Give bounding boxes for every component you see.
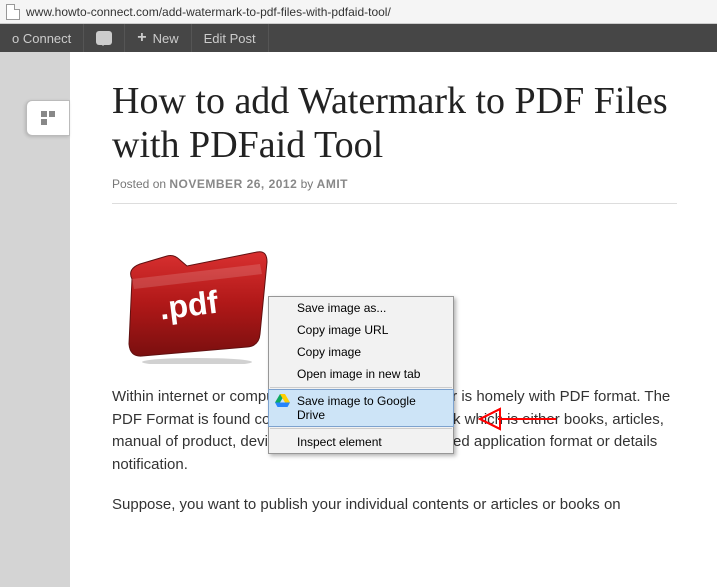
help-icon (39, 109, 57, 127)
admin-edit-post[interactable]: Edit Post (192, 24, 269, 52)
admin-connect[interactable]: o Connect (0, 24, 84, 52)
post-date[interactable]: NOVEMBER 26, 2012 (169, 177, 297, 191)
connect-label: o Connect (12, 31, 71, 46)
post-meta: Posted on NOVEMBER 26, 2012 by AMIT (112, 177, 677, 191)
admin-new[interactable]: + New (125, 24, 191, 52)
help-tab-button[interactable] (26, 100, 70, 136)
menu-separator-1 (270, 387, 452, 388)
menu-inspect-element[interactable]: Inspect element (269, 431, 453, 453)
menu-separator-2 (270, 428, 452, 429)
menu-gdrive-label: Save image to Google Drive (297, 394, 416, 422)
title-separator (112, 203, 677, 204)
menu-open-image-new-tab[interactable]: Open image in new tab (269, 363, 453, 385)
left-gutter (0, 52, 70, 587)
new-label: New (153, 31, 179, 46)
google-drive-icon (275, 394, 290, 407)
menu-copy-image-url[interactable]: Copy image URL (269, 319, 453, 341)
annotation-arrow (478, 404, 558, 434)
browser-url-bar[interactable]: www.howto-connect.com/add-watermark-to-p… (0, 0, 717, 24)
page-icon (6, 4, 20, 20)
svg-text:.pdf: .pdf (157, 284, 220, 327)
menu-save-to-google-drive[interactable]: Save image to Google Drive (268, 389, 454, 427)
wp-admin-bar: o Connect + New Edit Post (0, 24, 717, 52)
plus-icon: + (137, 29, 146, 47)
admin-comments[interactable] (84, 24, 125, 52)
context-menu: Save image as... Copy image URL Copy ima… (268, 296, 454, 454)
menu-save-image-as[interactable]: Save image as... (269, 297, 453, 319)
posted-on-label: Posted on (112, 177, 166, 191)
post-author[interactable]: AMIT (317, 177, 348, 191)
paragraph-2: Suppose, you want to publish your indivi… (112, 494, 677, 517)
menu-copy-image[interactable]: Copy image (269, 341, 453, 363)
by-label: by (301, 177, 314, 191)
page-title: How to add Watermark to PDF Files with P… (112, 80, 677, 167)
pdf-folder-image: .pdf (112, 234, 272, 364)
url-text: www.howto-connect.com/add-watermark-to-p… (26, 5, 391, 19)
edit-label: Edit Post (204, 31, 256, 46)
comment-icon (96, 31, 112, 45)
